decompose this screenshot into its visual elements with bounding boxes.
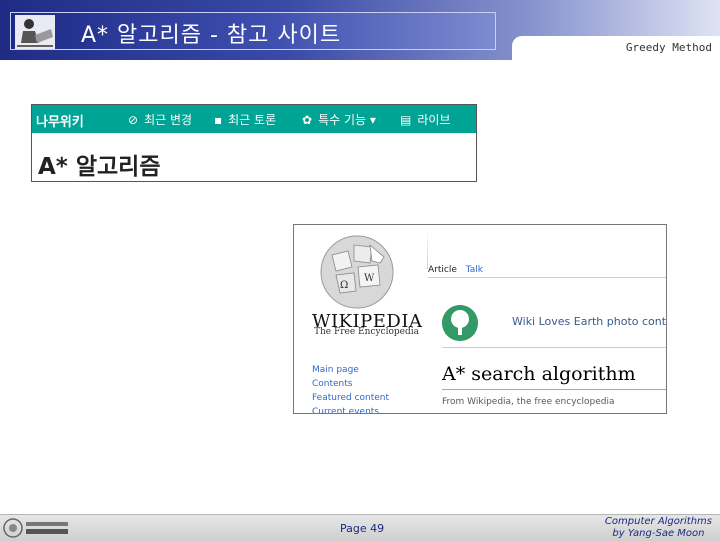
nav-special-functions[interactable]: ✿ 특수 기능 ▾ — [302, 111, 376, 128]
namuwiki-article-title: A* 알고리즘 — [38, 154, 161, 180]
section-subtitle: Greedy Method — [625, 41, 712, 54]
title-box: A* 알고리즘 - 참고 사이트 — [10, 12, 496, 50]
sidebar-link-featured-content[interactable]: Featured content — [312, 391, 389, 405]
sidebar-link-main-page[interactable]: Main page — [312, 363, 389, 377]
nav-label: 최근 토론 — [228, 113, 277, 127]
svg-text:W: W — [364, 273, 375, 284]
nav-live[interactable]: ▤ 라이브 — [400, 111, 450, 128]
course-name: Computer Algorithms — [604, 516, 712, 527]
tab-divider — [427, 229, 428, 269]
wikipedia-screenshot: Ω W WIKIPEDIA The Free Encyclopedia Main… — [293, 224, 667, 414]
namuwiki-logo[interactable]: 나무위키 — [36, 111, 84, 130]
wikipedia-tabs: Article Talk — [428, 265, 483, 275]
banner-text: Wiki Loves Earth photo conte — [512, 315, 667, 328]
namuwiki-navbar: 나무위키 ⊘ 최근 변경 ▪ 최근 토론 ✿ 특수 기능 ▾ ▤ 라이브 — [32, 105, 476, 133]
tab-article[interactable]: Article — [428, 265, 457, 275]
wikipedia-sidebar-links: Main page Contents Featured content Curr… — [312, 363, 389, 413]
chat-icon: ▪ — [214, 113, 223, 127]
wikipedia-from-line: From Wikipedia, the free encyclopedia — [442, 397, 615, 407]
chevron-down-icon: ▾ — [366, 113, 376, 127]
nav-label: 최근 변경 — [144, 113, 193, 127]
compass-icon: ⊘ — [128, 113, 139, 127]
nav-recent-changes[interactable]: ⊘ 최근 변경 — [128, 111, 192, 128]
course-credit: Computer Algorithms by Yang-Sae Moon — [605, 516, 712, 540]
svg-text:Ω: Ω — [340, 280, 348, 291]
reading-person-icon — [15, 15, 55, 49]
tabs-underline — [428, 277, 666, 278]
page-number: Page 49 — [340, 522, 385, 535]
slide-footer: Page 49 Computer Algorithms by Yang-Sae … — [0, 514, 720, 541]
document-icon: ▤ — [400, 113, 412, 127]
nav-label: 라이브 — [417, 113, 451, 127]
sidebar-link-contents[interactable]: Contents — [312, 377, 389, 391]
wikipedia-article-title: A* search algorithm — [442, 363, 636, 385]
namuwiki-screenshot: 나무위키 ⊘ 최근 변경 ▪ 최근 토론 ✿ 특수 기능 ▾ ▤ 라이브 A* 알고리즘 — [31, 104, 477, 182]
nav-label: 특수 기능 — [318, 113, 367, 127]
wikipedia-banner[interactable]: Wiki Loves Earth photo conte — [442, 301, 667, 348]
course-author: by Yang-Sae Moon — [612, 528, 705, 539]
title-underline — [442, 389, 666, 390]
sidebar-link-current-events[interactable]: Current events — [312, 405, 389, 413]
wikipedia-globe-icon[interactable]: Ω W — [318, 233, 396, 311]
tab-talk[interactable]: Talk — [466, 265, 483, 275]
slide-header: A* 알고리즘 - 참고 사이트 Greedy Method — [0, 0, 720, 60]
university-logo-icon — [3, 518, 68, 538]
wikipedia-tagline: The Free Encyclopedia — [314, 327, 419, 337]
tree-icon — [442, 305, 478, 341]
gear-icon: ✿ — [302, 113, 313, 127]
nav-recent-discussions[interactable]: ▪ 최근 토론 — [214, 111, 276, 128]
slide-title: A* 알고리즘 - 참고 사이트 — [81, 23, 342, 48]
